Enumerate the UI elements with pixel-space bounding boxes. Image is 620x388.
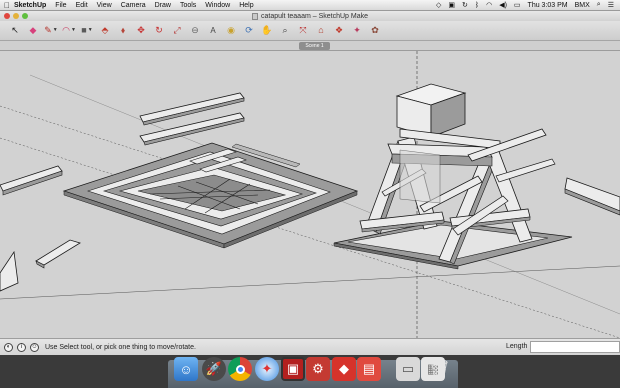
base-frame-layout[interactable] (62, 142, 359, 249)
bluetooth-icon[interactable]: ᛒ (475, 2, 479, 9)
chevron-down-icon[interactable]: ▼ (53, 28, 58, 33)
menu-help[interactable]: Help (239, 2, 253, 9)
arc-tool-icon[interactable]: ◠ ▼ (62, 24, 76, 38)
sketchup-icon[interactable]: ◆ (332, 357, 356, 381)
ground-line (0, 265, 620, 300)
status-bar: ◐ i ☺ Use Select tool, or pick one thing… (0, 338, 620, 355)
menu-tools[interactable]: Tools (180, 2, 196, 9)
menu-file[interactable]: File (55, 2, 66, 9)
sync-icon[interactable]: ↻ (462, 1, 468, 9)
user-name[interactable]: BMX (575, 2, 590, 9)
clock[interactable]: Thu 3:03 PM (528, 2, 568, 9)
tape-measure-tool-icon[interactable]: ⊖ (188, 24, 202, 38)
menu-bar:  SketchUp File Edit View Camera Draw To… (0, 0, 620, 11)
scene-tab-strip: Scene 1 (0, 41, 620, 51)
window-title: catapult teaaam – SketchUp Make (260, 12, 368, 20)
measurement-label: Length (506, 343, 528, 350)
push-pull-tool-icon[interactable]: ⬘ (98, 24, 112, 38)
apple-menu-icon[interactable]:  (0, 1, 14, 10)
orbit-tool-icon[interactable]: ⟳ (242, 24, 256, 38)
menu-window[interactable]: Window (205, 2, 230, 9)
chevron-down-icon[interactable]: ▼ (71, 28, 76, 33)
notification-center-icon[interactable]: ☰ (608, 1, 614, 9)
window-title-bar: catapult teaaam – SketchUp Make (0, 11, 620, 21)
battery-icon[interactable]: ▭ (514, 1, 521, 9)
zoom-extents-tool-icon[interactable]: ⤧ (296, 24, 310, 38)
pencil-tool-icon[interactable]: ✎ ▼ (44, 24, 58, 38)
menu-draw[interactable]: Draw (155, 2, 171, 9)
camera-icon[interactable]: ▣ (448, 1, 455, 9)
select-tool-icon[interactable]: ↖ (8, 24, 22, 38)
geo-location-icon[interactable]: ◐ (4, 342, 13, 352)
volume-icon[interactable]: ◀) (499, 1, 507, 9)
rectangle-tool-icon[interactable]: ■ ▼ (80, 24, 94, 38)
menu-view[interactable]: View (97, 2, 112, 9)
wifi-icon[interactable]: ◠ (486, 1, 492, 9)
extension-tool-icon[interactable]: ✦ (350, 24, 364, 38)
zoom-tool-icon[interactable]: ⌕ (278, 24, 292, 38)
toolbar: ↖ ◆ ✎ ▼ ◠ ▼ ■ ▼ ⬘ ⬧ ✥ ↻ ⤢ ⊖ A ◉ ⟳ ✋ ⌕ ⤧ ⌂ ❖… (0, 21, 620, 41)
left-triangle-part[interactable] (0, 250, 19, 292)
eraser-tool-icon[interactable]: ◆ (26, 24, 40, 38)
safari-icon[interactable]: ✦ (255, 357, 279, 381)
document-icon (251, 12, 258, 20)
menu-edit[interactable]: Edit (76, 2, 88, 9)
close-window-button[interactable] (4, 13, 10, 19)
chrome-icon[interactable] (228, 357, 252, 381)
sketchup-layout-icon[interactable]: ▤ (357, 357, 381, 381)
counterweight-box[interactable] (395, 83, 467, 138)
pan-tool-icon[interactable]: ✋ (260, 24, 274, 38)
plank-right-edge[interactable] (564, 177, 620, 216)
trash-icon[interactable]: 🗑 (427, 357, 451, 381)
move-tool-icon[interactable]: ✥ (134, 24, 148, 38)
menu-app-name[interactable]: SketchUp (14, 2, 46, 9)
model-viewport[interactable] (0, 51, 620, 338)
user-account-icon[interactable]: ☺ (30, 342, 39, 352)
chevron-down-icon[interactable]: ▼ (88, 28, 93, 33)
paint-bucket-tool-icon[interactable]: ◉ (224, 24, 238, 38)
menu-extras: ◇ ▣ ↻ ᛒ ◠ ◀) ▭ Thu 3:03 PM BMX ⌕ ☰ (436, 1, 620, 9)
window-controls (4, 13, 28, 19)
credits-icon[interactable]: i (17, 342, 26, 352)
menu-camera[interactable]: Camera (121, 2, 146, 9)
finder-icon[interactable]: ☺ (174, 357, 198, 381)
offset-tool-icon[interactable]: ⬧ (116, 24, 130, 38)
zoom-window-button[interactable] (22, 13, 28, 19)
plank-left-edge[interactable] (0, 165, 63, 196)
warehouse-tool-icon[interactable]: ⌂ (314, 24, 328, 38)
measurement-input[interactable] (530, 341, 620, 353)
preferences-icon[interactable]: ⚙ (306, 357, 330, 381)
model-info-tool-icon[interactable]: ✿ (368, 24, 382, 38)
dock: ☺ 🚀 ✦ ▣ ⚙ ◆ ▤ ▭ ▦ 🗑 (0, 355, 620, 388)
document-stack-icon[interactable]: ▭ (396, 357, 420, 381)
text-tool-icon[interactable]: A (206, 24, 220, 38)
scale-tool-icon[interactable]: ⤢ (170, 24, 184, 38)
status-message: Use Select tool, or pick one thing to mo… (45, 343, 196, 351)
components-tool-icon[interactable]: ❖ (332, 24, 346, 38)
spotlight-icon[interactable]: ⌕ (597, 1, 601, 9)
model-canvas[interactable] (0, 51, 620, 338)
scene-tab[interactable]: Scene 1 (299, 42, 330, 50)
small-bracket[interactable] (35, 239, 81, 269)
rotate-tool-icon[interactable]: ↻ (152, 24, 166, 38)
minimize-window-button[interactable] (13, 13, 19, 19)
launchpad-icon[interactable]: 🚀 (202, 357, 226, 381)
photo-booth-icon[interactable]: ▣ (281, 357, 305, 381)
dropbox-icon[interactable]: ◇ (436, 1, 441, 9)
